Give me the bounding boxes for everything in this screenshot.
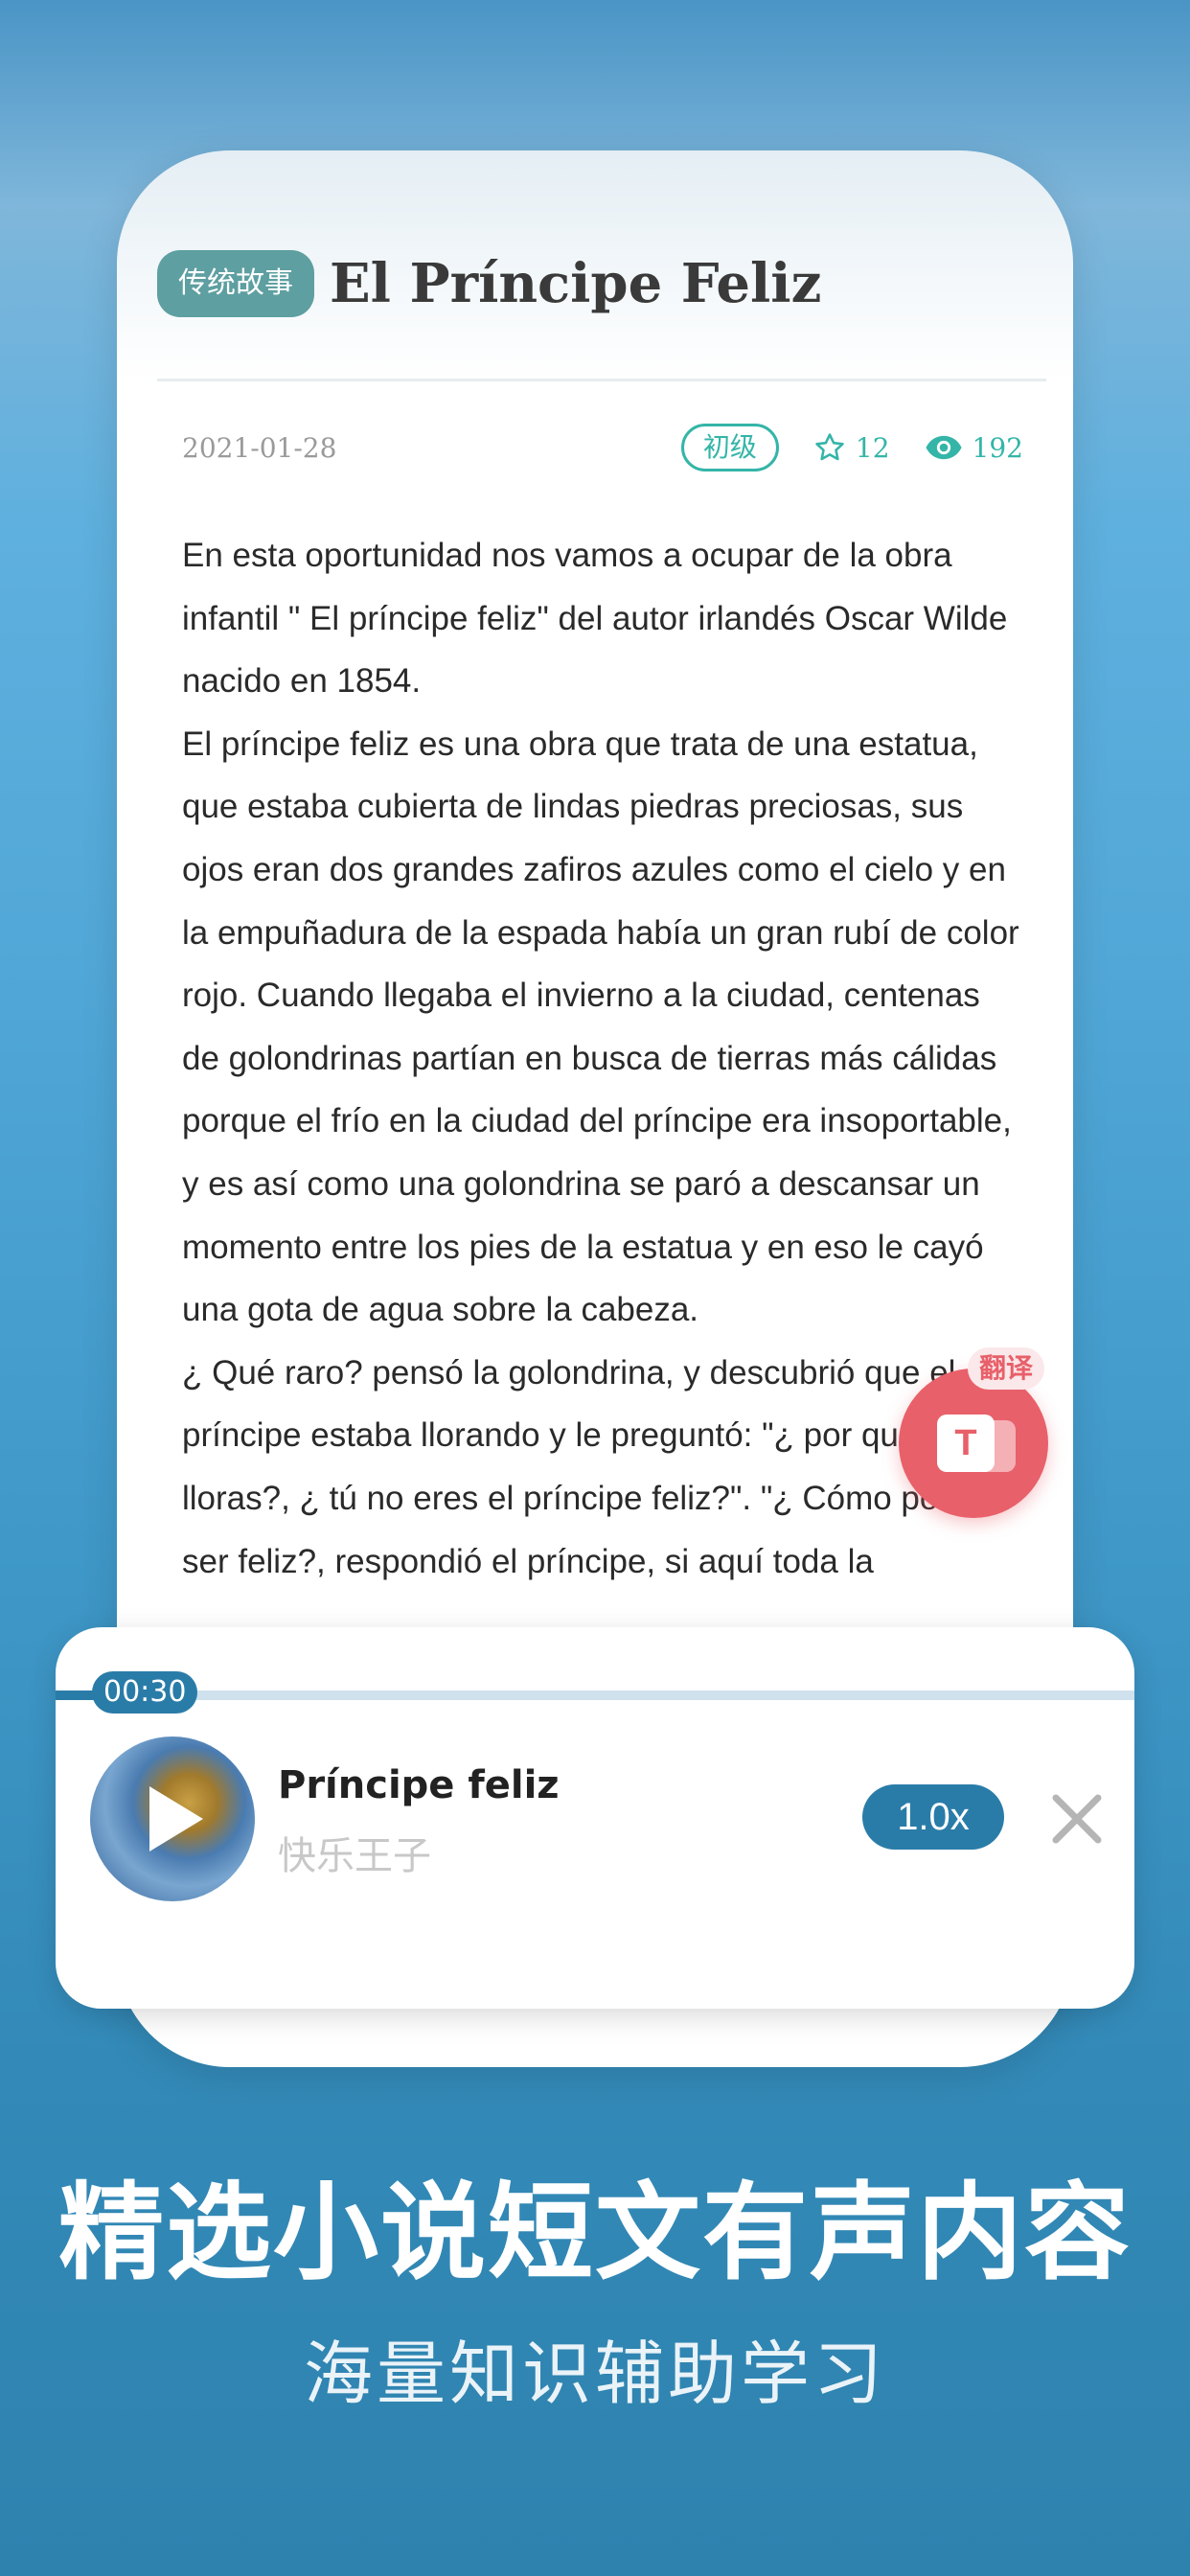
title-row: 传统故事 El Príncipe Feliz bbox=[157, 250, 821, 317]
article-title: El Príncipe Feliz bbox=[330, 252, 822, 315]
play-icon bbox=[149, 1786, 203, 1852]
translate-button[interactable]: T bbox=[899, 1368, 1048, 1518]
views-count: 192 bbox=[972, 431, 1023, 464]
level-badge: 初级 bbox=[680, 424, 779, 472]
track-subtitle: 快乐王子 bbox=[278, 1834, 431, 1878]
promo-subline: 海量知识辅助学习 bbox=[303, 2334, 886, 2414]
audio-player: 00:30 Príncipe feliz 快乐王子 1.0x bbox=[56, 1627, 1134, 2009]
progress-bar[interactable] bbox=[56, 1690, 1134, 1700]
publish-date: 2021-01-28 bbox=[182, 431, 337, 464]
favorite-count: 12 bbox=[855, 431, 890, 464]
translate-icon: T bbox=[937, 1414, 995, 1472]
star-icon bbox=[815, 433, 844, 461]
promo-headline: 精选小说短文有声内容 bbox=[58, 2172, 1132, 2294]
favorite-stat[interactable]: 12 bbox=[813, 431, 890, 464]
translate-label[interactable]: 翻译 bbox=[968, 1347, 1045, 1390]
article-paragraph: En esta oportunidad nos vamos a ocupar d… bbox=[182, 537, 1008, 701]
track-title: Príncipe feliz bbox=[278, 1763, 560, 1807]
current-time[interactable]: 00:30 bbox=[92, 1671, 198, 1714]
views-stat: 192 bbox=[925, 432, 1023, 464]
meta-row: 2021-01-28 初级 12 192 bbox=[182, 421, 1023, 474]
close-icon[interactable] bbox=[1048, 1790, 1106, 1848]
eye-icon bbox=[925, 435, 962, 460]
article-paragraph: ¿ Qué raro? pensó la golondrina, y descu… bbox=[182, 1353, 996, 1580]
speed-button[interactable]: 1.0x bbox=[862, 1784, 1004, 1850]
divider bbox=[157, 379, 1046, 381]
article-paragraph: El príncipe feliz es una obra que trata … bbox=[182, 724, 1019, 1329]
category-tag[interactable]: 传统故事 bbox=[157, 250, 314, 317]
article-body: En esta oportunidad nos vamos a ocupar d… bbox=[182, 524, 1023, 1593]
cover-play-button[interactable] bbox=[90, 1736, 255, 1901]
